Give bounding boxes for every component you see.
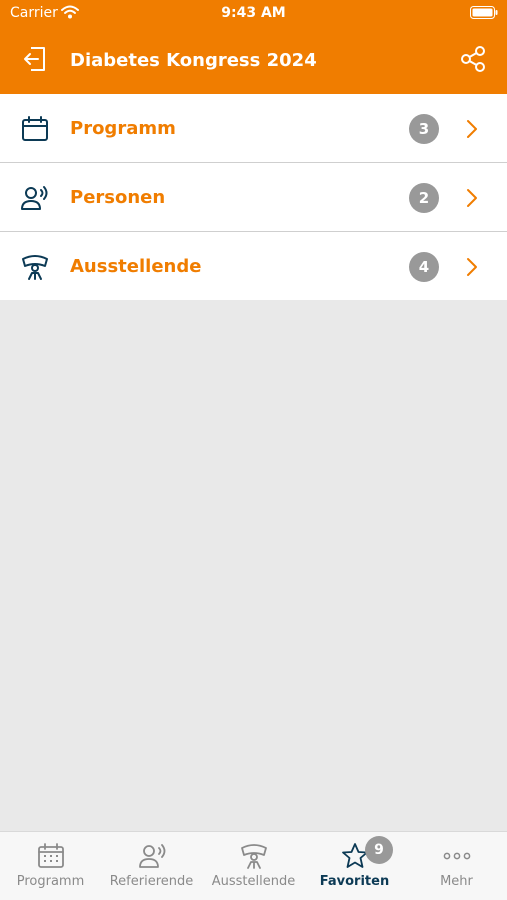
battery-icon [470,6,498,19]
tab-label: Referierende [109,874,194,889]
app-header: Carrier 9:43 AM Diabetes Kongress 2024 [0,0,507,94]
tab-referierende[interactable]: Referierende [101,832,202,900]
tab-favoriten[interactable]: 9 Favoriten [304,832,405,900]
tab-bar: Programm Referierende Ausstellende 9 Fav… [0,831,507,900]
list-item-label: Personen [70,187,166,208]
chevron-right-icon [467,258,477,276]
favorites-list: Programm 3 Personen 2 Ausstellende 4 [0,94,507,300]
favorites-count-badge: 9 [365,836,393,864]
tab-ausstellende[interactable]: Ausstellende [203,832,304,900]
tab-label: Programm [16,874,85,889]
count-badge: 3 [409,114,439,144]
count-badge: 4 [409,252,439,282]
tab-label: Ausstellende [211,874,296,889]
tab-label: Favoriten [319,874,390,889]
exhibitor-booth-icon [241,844,267,869]
share-icon[interactable] [459,45,487,73]
speaker-person-icon [21,186,48,210]
tab-programm[interactable]: Programm [0,832,101,900]
list-item-personen[interactable]: Personen 2 [0,163,507,232]
list-item-label: Ausstellende [70,256,202,277]
list-item-ausstellende[interactable]: Ausstellende 4 [0,232,507,300]
status-bar: Carrier 9:43 AM [0,0,507,30]
more-dots-icon [443,852,471,860]
title-bar: Diabetes Kongress 2024 [0,40,507,82]
list-item-label: Programm [70,118,176,139]
list-item-programm[interactable]: Programm 3 [0,94,507,163]
calendar-icon [38,843,64,868]
chevron-right-icon [467,189,477,207]
speaker-person-icon [139,844,166,868]
exhibitor-booth-icon [22,255,48,280]
count-badge: 2 [409,183,439,213]
chevron-right-icon [467,120,477,138]
status-time: 9:43 AM [221,5,286,21]
exit-icon[interactable] [22,45,48,73]
tab-mehr[interactable]: Mehr [406,832,507,900]
tab-label: Mehr [440,874,473,889]
calendar-icon [22,116,48,141]
page-title: Diabetes Kongress 2024 [70,50,317,71]
